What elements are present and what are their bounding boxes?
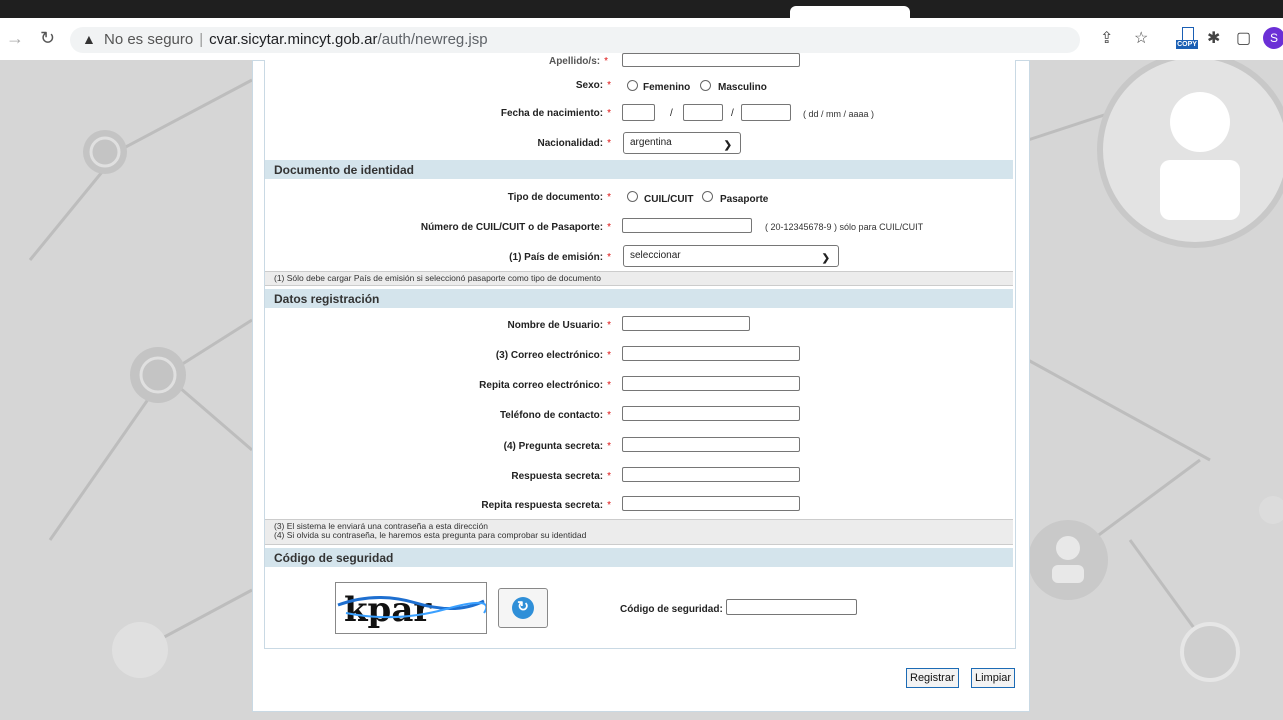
url-display[interactable]: No es seguro | cvar.sicytar.mincyt.gob.ar/… bbox=[104, 31, 488, 48]
url-host: cvar.sicytar.mincyt.gob.ar bbox=[209, 31, 378, 48]
url-separator: | bbox=[199, 31, 204, 48]
copy-extension-badge: COPY bbox=[1176, 40, 1198, 49]
forward-arrow-icon[interactable]: → bbox=[6, 28, 24, 49]
numero-documento-hint: ( 20-12345678-9 ) sólo para CUIL/CUIT bbox=[765, 222, 924, 232]
captcha-image: kpar bbox=[335, 582, 488, 634]
registrar-button[interactable]: Registrar bbox=[906, 668, 959, 688]
tipo-documento-label: Tipo de documento: * bbox=[507, 192, 611, 203]
pais-emision-select[interactable]: seleccionar ❯ bbox=[623, 245, 839, 267]
section-registro-title: Datos registración bbox=[274, 292, 380, 306]
numero-documento-label: Número de CUIL/CUIT o de Pasaporte: * bbox=[420, 222, 611, 233]
pregunta-label: (4) Pregunta secreta: * bbox=[503, 441, 611, 452]
sexo-masculino-label: Masculino bbox=[718, 82, 767, 93]
nacionalidad-value: argentina bbox=[630, 137, 672, 148]
fecha-anio-field[interactable] bbox=[741, 104, 791, 121]
repita-respuesta-field[interactable] bbox=[622, 496, 800, 511]
usuario-label: Nombre de Usuario: * bbox=[507, 320, 611, 331]
section-seguridad: Código de seguridad bbox=[265, 548, 1013, 567]
usuario-field[interactable] bbox=[622, 316, 750, 331]
fecha-format-hint: ( dd / mm / aaaa ) bbox=[803, 109, 875, 119]
fecha-separator-1: / bbox=[670, 108, 673, 119]
side-panel-icon[interactable]: ▢ bbox=[1236, 28, 1251, 48]
telefono-label: Teléfono de contacto: * bbox=[499, 410, 611, 421]
captcha-text: kpar bbox=[344, 590, 432, 630]
chevron-down-icon: ❯ bbox=[723, 140, 732, 151]
url-path: /auth/newreg.jsp bbox=[377, 31, 488, 48]
codigo-seguridad-label: Código de seguridad: bbox=[620, 604, 723, 615]
sexo-masculino-radio[interactable] bbox=[700, 80, 711, 91]
documento-footnote: (1) Sólo debe cargar País de emisión si … bbox=[265, 271, 1013, 286]
sexo-femenino-label: Femenino bbox=[643, 82, 691, 93]
sexo-femenino-radio[interactable] bbox=[627, 80, 638, 91]
extensions-puzzle-icon[interactable]: ✱ bbox=[1207, 28, 1220, 48]
apellido-field[interactable] bbox=[622, 53, 800, 67]
fecha-separator-2: / bbox=[731, 108, 734, 119]
tipo-pasaporte-label: Pasaporte bbox=[720, 194, 769, 205]
apellido-label: Apellido/s: * bbox=[548, 56, 608, 67]
telefono-field[interactable] bbox=[622, 406, 800, 421]
registro-footnote: (3) El sistema le enviará una contraseña… bbox=[265, 519, 1013, 545]
captcha-graphic: kpar bbox=[337, 590, 488, 630]
repita-correo-field[interactable] bbox=[622, 376, 800, 391]
tab-strip bbox=[0, 0, 1283, 18]
fecha-dia-field[interactable] bbox=[622, 104, 655, 121]
section-registro: Datos registración bbox=[265, 289, 1013, 308]
pais-emision-label: (1) País de emisión: * bbox=[509, 252, 611, 263]
share-icon[interactable]: ⇪ bbox=[1100, 28, 1113, 48]
correo-label: (3) Correo electrónico: * bbox=[495, 350, 611, 361]
reload-icon[interactable]: ↻ bbox=[40, 28, 55, 49]
chevron-down-icon: ❯ bbox=[821, 253, 830, 264]
sexo-label: Sexo: * bbox=[575, 80, 611, 91]
section-documento: Documento de identidad bbox=[265, 160, 1013, 179]
fecha-nacimiento-label: Fecha de nacimiento: * bbox=[500, 108, 611, 119]
respuesta-field[interactable] bbox=[622, 467, 800, 482]
captcha-refresh-button[interactable]: ↻ bbox=[498, 588, 548, 628]
numero-documento-field[interactable] bbox=[622, 218, 752, 233]
pais-emision-value: seleccionar bbox=[630, 250, 681, 261]
limpiar-button[interactable]: Limpiar bbox=[971, 668, 1016, 688]
respuesta-label: Respuesta secreta: * bbox=[511, 471, 611, 482]
nacionalidad-select[interactable]: argentina ❯ bbox=[623, 132, 741, 154]
tipo-cuil-radio[interactable] bbox=[627, 191, 638, 202]
registro-footnote-2: (4) Si olvida su contraseña, le haremos … bbox=[274, 530, 587, 540]
copy-extension-page bbox=[1182, 27, 1194, 41]
pregunta-field[interactable] bbox=[622, 437, 800, 452]
copy-extension-icon[interactable]: COPY bbox=[1176, 27, 1198, 49]
documento-footnote-text: (1) Sólo debe cargar País de emisión si … bbox=[274, 273, 601, 283]
tipo-cuil-label: CUIL/CUIT bbox=[644, 194, 694, 205]
active-tab[interactable] bbox=[790, 6, 910, 18]
repita-correo-label: Repita correo electrónico: * bbox=[479, 380, 611, 391]
tipo-pasaporte-radio[interactable] bbox=[702, 191, 713, 202]
warning-triangle-icon[interactable]: ▲ bbox=[82, 31, 96, 47]
section-documento-title: Documento de identidad bbox=[274, 163, 415, 177]
correo-field[interactable] bbox=[622, 346, 800, 361]
codigo-seguridad-field[interactable] bbox=[726, 599, 857, 615]
profile-avatar[interactable]: S bbox=[1263, 27, 1283, 49]
security-label: No es seguro bbox=[104, 31, 194, 48]
fecha-mes-field[interactable] bbox=[683, 104, 723, 121]
star-icon[interactable]: ☆ bbox=[1134, 28, 1148, 48]
repita-respuesta-label: Repita respuesta secreta: * bbox=[481, 500, 611, 511]
section-seguridad-title: Código de seguridad bbox=[274, 551, 394, 565]
refresh-icon: ↻ bbox=[512, 597, 534, 619]
nacionalidad-label: Nacionalidad: * bbox=[537, 138, 611, 149]
